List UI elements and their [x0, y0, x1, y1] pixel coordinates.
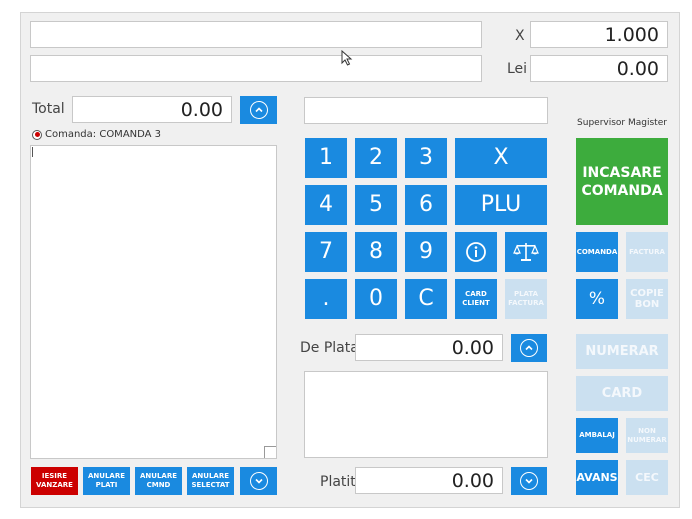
- card-client-button[interactable]: CARD CLIENT: [455, 279, 497, 319]
- numerar-button[interactable]: NUMERAR: [576, 334, 668, 369]
- scale-icon: [513, 243, 539, 261]
- keypad-display[interactable]: [304, 97, 548, 124]
- key-6[interactable]: 6: [405, 185, 447, 225]
- anulare-plati-button[interactable]: ANULARE PLATI: [83, 467, 130, 495]
- platit-label: Platit: [320, 474, 356, 490]
- payment-up-button[interactable]: [511, 334, 547, 362]
- key-3[interactable]: 3: [405, 138, 447, 178]
- top-input-2[interactable]: [30, 55, 482, 82]
- key-8[interactable]: 8: [355, 232, 397, 272]
- order-radio[interactable]: Comanda: COMANDA 3: [32, 129, 161, 140]
- copie-bon-button[interactable]: COPIE BON: [626, 279, 668, 319]
- price-field[interactable]: 0.00: [530, 55, 668, 82]
- key-1[interactable]: 1: [305, 138, 347, 178]
- supervisor-label: Supervisor Magister: [577, 118, 667, 128]
- scroll-up-button[interactable]: [240, 96, 277, 124]
- chevron-up-icon: [249, 101, 268, 119]
- iesire-vanzare-button[interactable]: IESIRE VANZARE: [31, 467, 78, 495]
- payment-down-button[interactable]: [511, 467, 547, 495]
- quantity-field[interactable]: 1.000: [530, 21, 668, 48]
- avans-button[interactable]: AVANS: [576, 460, 618, 495]
- scale-button[interactable]: [505, 232, 547, 272]
- chevron-down-icon: [249, 472, 268, 490]
- info-icon: [466, 242, 486, 262]
- top-input-1[interactable]: [30, 21, 482, 48]
- de-plata-label: De Plata: [300, 340, 359, 356]
- chevron-up-icon: [520, 339, 538, 357]
- anulare-cmnd-button[interactable]: ANULARE CMND: [135, 467, 182, 495]
- key-clear[interactable]: C: [405, 279, 447, 319]
- non-numerar-button[interactable]: NON NUMERAR: [626, 418, 668, 453]
- key-0[interactable]: 0: [355, 279, 397, 319]
- x-label: X: [515, 28, 525, 44]
- mouse-cursor-icon: [341, 50, 353, 66]
- key-multiply[interactable]: X: [455, 138, 547, 178]
- order-label: Comanda: COMANDA 3: [45, 129, 162, 140]
- comanda-button[interactable]: COMANDA: [576, 232, 618, 272]
- discount-button[interactable]: %: [576, 279, 618, 319]
- ambalaj-button[interactable]: AMBALAJ: [576, 418, 618, 453]
- key-7[interactable]: 7: [305, 232, 347, 272]
- radio-selected-icon: [32, 129, 42, 140]
- order-items-list[interactable]: [30, 145, 277, 459]
- platit-field: 0.00: [355, 467, 503, 494]
- factura-button[interactable]: FACTURA: [626, 232, 668, 272]
- scroll-down-button[interactable]: [240, 467, 277, 495]
- key-plu[interactable]: PLU: [455, 185, 547, 225]
- cec-button[interactable]: CEC: [626, 460, 668, 495]
- lei-label: Lei: [507, 61, 528, 77]
- plata-factura-button[interactable]: PLATA FACTURA: [505, 279, 547, 319]
- key-dot[interactable]: .: [305, 279, 347, 319]
- key-9[interactable]: 9: [405, 232, 447, 272]
- de-plata-field: 0.00: [355, 334, 503, 361]
- payments-list[interactable]: [304, 371, 548, 458]
- chevron-down-icon: [520, 472, 538, 490]
- info-button[interactable]: [455, 232, 497, 272]
- card-button[interactable]: CARD: [576, 376, 668, 411]
- incasare-comanda-button[interactable]: INCASARE COMANDA: [576, 138, 668, 225]
- key-4[interactable]: 4: [305, 185, 347, 225]
- total-label: Total: [32, 101, 65, 117]
- key-2[interactable]: 2: [355, 138, 397, 178]
- anulare-selectat-button[interactable]: ANULARE SELECTAT: [187, 467, 234, 495]
- key-5[interactable]: 5: [355, 185, 397, 225]
- total-field: 0.00: [72, 96, 232, 123]
